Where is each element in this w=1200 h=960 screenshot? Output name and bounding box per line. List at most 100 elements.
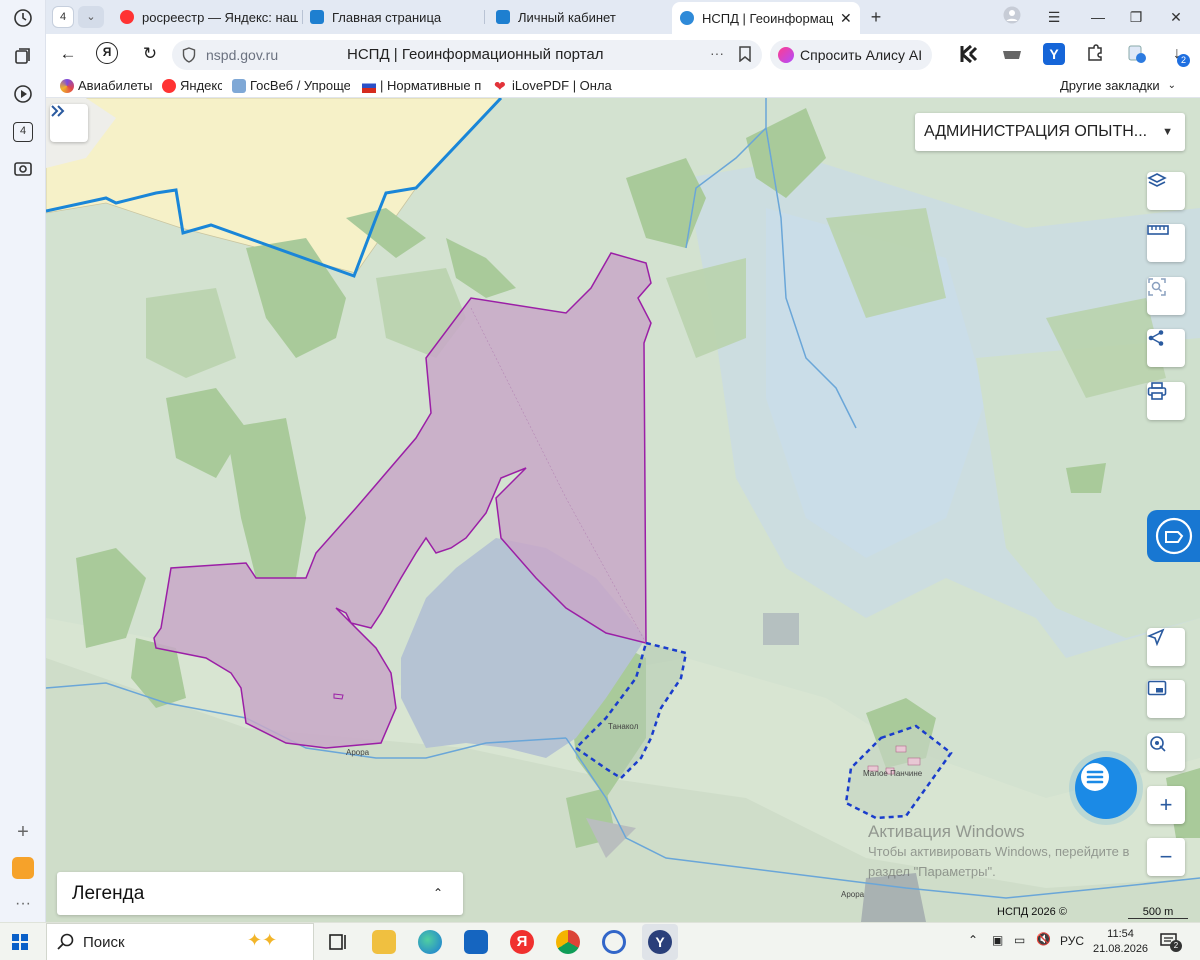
downloads-icon[interactable]: ↓ 2 xyxy=(1166,43,1190,67)
chrome-icon[interactable] xyxy=(556,930,580,954)
tab-main-page[interactable]: Главная страница xyxy=(310,4,486,30)
ask-alice-button[interactable]: Спросить Алису AI xyxy=(770,40,932,70)
zoom-out-button[interactable]: − xyxy=(1147,838,1185,876)
minimap-button[interactable] xyxy=(1147,680,1185,718)
back-button[interactable]: ← xyxy=(56,42,80,66)
new-tab-button[interactable]: + xyxy=(864,6,888,28)
restore-button[interactable]: ❐ xyxy=(1124,6,1148,28)
admin-select-value: АДМИНИСТРАЦИЯ ОПЫТН... xyxy=(924,123,1148,140)
map-view[interactable]: Танакол Малое Панчине Арора Арора АДМИНИ… xyxy=(46,98,1200,922)
extension-y-icon[interactable]: Y xyxy=(1043,43,1065,65)
layers-button[interactable] xyxy=(1147,172,1185,210)
plane-globe-icon xyxy=(60,78,74,93)
clock[interactable]: 11:54 21.08.2026 xyxy=(1093,927,1148,957)
feedback-tab-button[interactable] xyxy=(1147,510,1200,562)
more-icon[interactable]: ··· xyxy=(11,892,35,916)
legend-label: Легенда xyxy=(72,883,145,904)
bookmark-label: Авиабилеты xyxy=(78,78,153,93)
rosreestr-icon xyxy=(310,10,324,24)
windows-start-icon[interactable] xyxy=(12,934,28,950)
bookmark-label: | Нормативные пр xyxy=(380,78,482,93)
clock-date: 21.08.2026 xyxy=(1093,943,1149,955)
yandex-browser-icon[interactable]: Я xyxy=(510,930,534,954)
legend-panel[interactable]: Легенда ⌃ xyxy=(57,872,463,915)
bookmark-ilovepdf[interactable]: ❤ iLovePDF | Онлай xyxy=(494,78,612,93)
chat-button[interactable] xyxy=(1075,757,1137,819)
geolocation-button[interactable] xyxy=(1147,628,1185,666)
river-label: Арора xyxy=(346,748,370,757)
file-explorer-icon[interactable] xyxy=(372,930,396,954)
language-indicator[interactable]: РУС xyxy=(1060,934,1084,948)
tab-label: Личный кабинет xyxy=(518,9,616,25)
bookmarks-bar: Авиабилеты Яндекс ГосВеб / Упрощен | Нор… xyxy=(46,74,1200,98)
mail-app-icon[interactable] xyxy=(11,856,35,880)
bookmark-gosweb[interactable]: ГосВеб / Упрощен xyxy=(232,78,350,93)
windows-taskbar: Поиск ✦✦ Я Y ⌃ ▣ ▭ 🔇 РУС 11:54 21.08.202… xyxy=(0,922,1200,960)
share-button[interactable] xyxy=(1147,329,1185,367)
tab-yandex-search[interactable]: росреестр — Яндекс: наш xyxy=(120,4,298,30)
extension-puzzle-icon[interactable] xyxy=(1084,43,1106,65)
chevron-down-icon: ⌄ xyxy=(1167,80,1176,91)
yandex-active-app[interactable]: Y xyxy=(642,924,678,960)
ruler-button[interactable] xyxy=(1147,224,1185,262)
gerb-icon xyxy=(232,78,246,93)
reload-button[interactable]: ↻ xyxy=(138,42,162,66)
play-icon[interactable] xyxy=(11,84,35,108)
screenshot-icon[interactable] xyxy=(11,158,35,182)
tab-personal-cabinet[interactable]: Личный кабинет xyxy=(496,4,672,30)
task-view-icon[interactable] xyxy=(326,930,350,954)
extension-k-icon[interactable] xyxy=(958,43,980,65)
bookmark-aviabilety[interactable]: Авиабилеты xyxy=(60,78,156,93)
extension-hat-icon[interactable] xyxy=(1001,43,1023,65)
close-tab-icon[interactable]: ✕ xyxy=(840,10,852,27)
volume-muted-icon[interactable]: 🔇 xyxy=(1036,932,1051,946)
yandex-home-icon[interactable]: Я xyxy=(96,42,120,66)
camera-icon[interactable]: ▣ xyxy=(992,933,1003,947)
locate-target-button[interactable] xyxy=(1147,733,1185,771)
yandex-icon xyxy=(162,78,176,93)
edge-icon[interactable] xyxy=(418,930,442,954)
omnibox[interactable]: nspd.gov.ru НСПД | Геоинформационный пор… xyxy=(172,40,762,70)
expand-panel-button[interactable] xyxy=(50,104,88,142)
collections-icon[interactable] xyxy=(11,46,35,70)
tab-bar: 4 ⌄ росреестр — Яндекс: наш Главная стра… xyxy=(46,0,1200,34)
map-canvas[interactable] xyxy=(46,98,1200,922)
tab-nspd[interactable]: НСПД | Геоинформаци ✕ xyxy=(672,2,860,34)
menu-icon[interactable]: ☰ xyxy=(1042,6,1066,28)
close-window-button[interactable]: ✕ xyxy=(1164,6,1188,28)
print-button[interactable] xyxy=(1147,382,1185,420)
bookmark-label: ГосВеб / Упрощен xyxy=(250,78,350,93)
tab-label: Главная страница xyxy=(332,9,442,25)
place-label-maloe-panchino: Малое Панчине xyxy=(863,769,923,778)
zoom-in-button[interactable]: + xyxy=(1147,786,1185,824)
profile-avatar[interactable] xyxy=(1000,6,1024,28)
notifications-icon[interactable]: 2 xyxy=(1160,932,1182,952)
tabs-count-icon[interactable]: 4 xyxy=(11,120,35,144)
alice-icon xyxy=(778,47,794,63)
bookmark-yandex[interactable]: Яндекс xyxy=(162,78,222,93)
network-icon[interactable]: ▭ xyxy=(1014,933,1025,947)
outlook-icon[interactable] xyxy=(464,930,488,954)
bookmark-normative[interactable]: | Нормативные пр xyxy=(362,78,482,93)
rosreestr-icon xyxy=(496,10,510,24)
expand-collapse-icon: ⌃ xyxy=(432,886,443,900)
other-bookmarks-label: Другие закладки xyxy=(1060,78,1160,93)
more-options-icon[interactable]: ··· xyxy=(710,45,724,61)
copyright-label: НСПД 2026 © xyxy=(997,906,1067,918)
chevron-up-icon[interactable]: ⌃ xyxy=(968,933,978,947)
taskbar-search[interactable]: Поиск ✦✦ xyxy=(46,923,314,960)
history-icon[interactable] xyxy=(11,8,35,32)
admin-select[interactable]: АДМИНИСТРАЦИЯ ОПЫТН... ▼ xyxy=(915,113,1185,151)
c-app-icon[interactable] xyxy=(602,930,626,954)
url-text: nspd.gov.ru xyxy=(206,47,279,63)
tab-count-button[interactable]: 4 xyxy=(52,6,74,28)
tab-list-chevron-icon[interactable]: ⌄ xyxy=(78,6,104,28)
tab-label: НСПД | Геоинформаци xyxy=(702,10,834,26)
add-panel-icon[interactable]: + xyxy=(11,820,35,844)
shield-icon[interactable] xyxy=(182,47,196,68)
extension-translate-icon[interactable] xyxy=(1126,43,1148,65)
minimize-button[interactable]: — xyxy=(1086,6,1110,28)
other-bookmarks[interactable]: Другие закладки ⌄ xyxy=(1060,78,1176,93)
bookmark-icon[interactable] xyxy=(738,46,752,67)
area-search-button[interactable] xyxy=(1147,277,1185,315)
